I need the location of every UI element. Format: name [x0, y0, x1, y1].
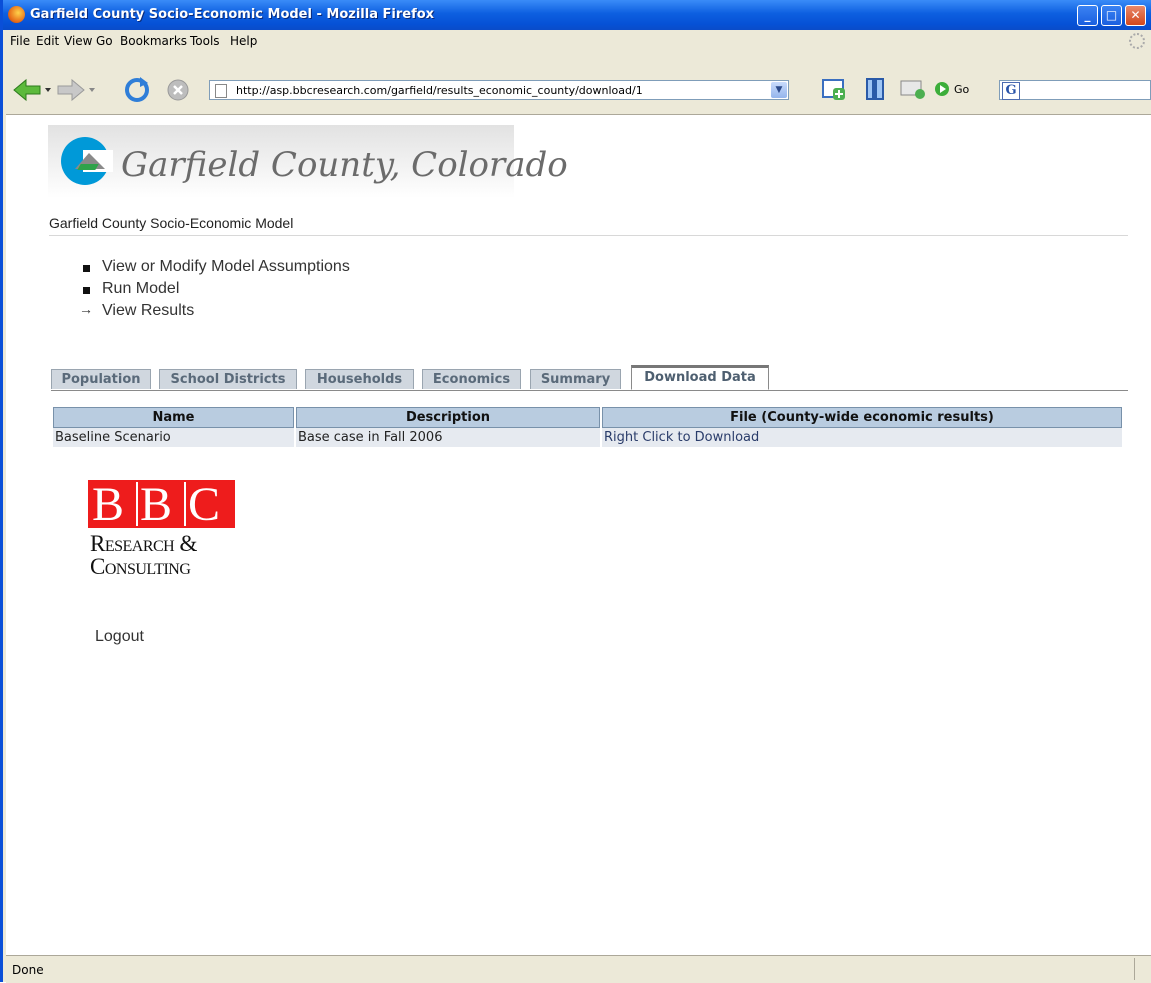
bbc-letter: B — [140, 478, 173, 531]
menu-help[interactable]: Help — [230, 34, 257, 48]
menu-edit[interactable]: Edit — [36, 34, 59, 48]
resize-grip[interactable] — [1134, 958, 1149, 980]
bullet-icon — [83, 287, 90, 294]
stop-icon[interactable] — [166, 78, 190, 102]
nav-item-label[interactable]: View or Modify Model Assumptions — [102, 258, 350, 276]
cell-description: Base case in Fall 2006 — [296, 428, 600, 447]
bbc-letter: C — [188, 478, 221, 531]
nav-item-label[interactable]: Run Model — [102, 280, 179, 298]
minimize-button[interactable]: _ — [1077, 5, 1098, 26]
tab-population[interactable]: Population — [51, 369, 151, 389]
throbber-icon — [1129, 33, 1145, 49]
url-bar[interactable]: http://asp.bbcresearch.com/garfield/resu… — [209, 80, 789, 100]
status-text: Done — [12, 963, 44, 977]
logo-separator — [136, 482, 138, 526]
menu-go[interactable]: Go — [96, 34, 113, 48]
navigation-toolbar: http://asp.bbcresearch.com/garfield/resu… — [6, 52, 1151, 115]
title-bar: Garfield County Socio-Economic Model - M… — [3, 0, 1151, 30]
bbc-letters: B B C — [88, 478, 235, 531]
menu-bookmarks[interactable]: Bookmarks — [120, 34, 187, 48]
reload-icon[interactable] — [124, 77, 150, 103]
table-row: Baseline Scenario Base case in Fall 2006… — [53, 428, 1122, 447]
column-header-file: File (County-wide economic results) — [602, 407, 1122, 428]
menu-bar: File Edit View Go Bookmarks Tools Help — [6, 30, 1151, 52]
tab-school-districts[interactable]: School Districts — [159, 369, 297, 389]
bbc-letter: B — [92, 478, 125, 531]
url-dropdown-icon[interactable]: ▼ — [771, 82, 787, 98]
column-header-description: Description — [296, 407, 600, 428]
download-link[interactable]: Right Click to Download — [602, 428, 1122, 447]
logo-separator — [184, 482, 186, 526]
menu-tools[interactable]: Tools — [190, 34, 220, 48]
county-logo-icon — [61, 137, 113, 185]
divider — [49, 235, 1128, 236]
results-tabs: Population School Districts Households E… — [51, 365, 1128, 391]
logout-link[interactable]: Logout — [95, 628, 144, 646]
go-icon[interactable] — [934, 81, 950, 97]
close-button[interactable]: ✕ — [1125, 5, 1146, 26]
search-box[interactable]: G — [999, 80, 1151, 100]
download-table: Name Description File (County-wide econo… — [51, 407, 1124, 447]
firefox-icon — [8, 6, 25, 23]
bbc-logo-line2: Consulting — [90, 554, 191, 579]
browser-window: Garfield County Socio-Economic Model - M… — [0, 0, 1151, 983]
forward-icon[interactable] — [56, 78, 96, 102]
menu-view[interactable]: View — [64, 34, 92, 48]
tab-households[interactable]: Households — [305, 369, 414, 389]
column-header-name: Name — [53, 407, 294, 428]
search-engine-icon[interactable]: G — [1002, 82, 1020, 100]
status-bar: Done — [6, 955, 1151, 983]
site-title: Garfield County Socio-Economic Model — [49, 215, 294, 231]
bookmarks-icon[interactable] — [863, 77, 887, 101]
maximize-button[interactable]: □ — [1101, 5, 1122, 26]
back-icon[interactable] — [12, 78, 52, 102]
arrow-icon: → — [79, 301, 93, 317]
mail-icon[interactable] — [899, 77, 927, 101]
county-banner: Garfield County, Colorado — [48, 125, 568, 198]
tab-summary[interactable]: Summary — [530, 369, 621, 389]
go-button[interactable]: Go — [954, 83, 969, 96]
banner-title: Garfield County, Colorado — [121, 145, 568, 185]
window-title: Garfield County Socio-Economic Model - M… — [30, 7, 435, 22]
menu-file[interactable]: File — [10, 34, 30, 48]
tab-economics[interactable]: Economics — [422, 369, 521, 389]
page-content: Garfield County, Colorado Garfield Count… — [6, 115, 1151, 955]
bullet-icon — [83, 265, 90, 272]
page-icon — [215, 84, 227, 98]
url-text[interactable]: http://asp.bbcresearch.com/garfield/resu… — [236, 84, 643, 97]
cell-name: Baseline Scenario — [53, 428, 294, 447]
tab-download-data[interactable]: Download Data — [631, 365, 769, 390]
new-tab-icon[interactable] — [821, 77, 847, 101]
nav-item-label[interactable]: View Results — [102, 302, 194, 320]
